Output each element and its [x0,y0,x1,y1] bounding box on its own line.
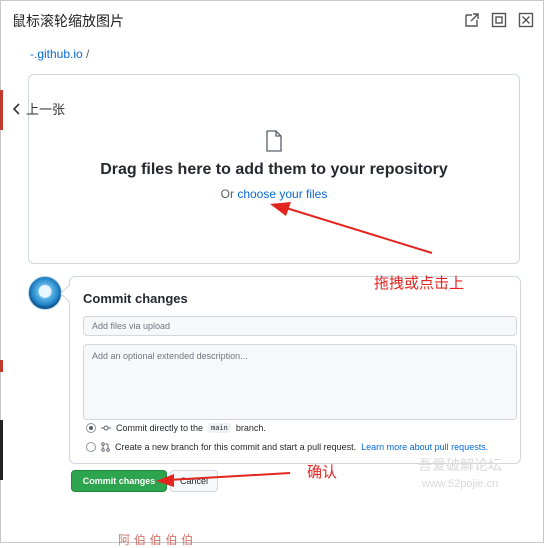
window-title: 鼠标滚轮缩放图片 [12,14,124,30]
avatar [28,276,62,310]
commit-direct-suffix: branch. [235,423,266,433]
file-icon [265,130,283,156]
titlebar: 鼠标滚轮缩放图片 [0,0,544,40]
choose-files-link[interactable]: choose your files [237,187,327,201]
dropzone-title: Drag files here to add them to your repo… [100,161,448,178]
commit-icon [101,425,111,431]
previous-label: 上一张 [26,103,66,118]
commit-direct-prefix: Commit directly to the [116,423,204,433]
commit-panel: Commit changes Add files via upload Add … [69,276,521,464]
watermark-name: 吾爱破解论坛 [418,458,502,474]
watermark-site: www.52pojie.cn [421,478,499,490]
background-strip [0,360,3,372]
background-text-fragment: 阿 伯 伯 伯 伯 [118,533,194,547]
close-icon[interactable] [518,12,534,28]
background-strip [0,90,3,130]
commit-description-input[interactable]: Add an optional extended description... [83,344,517,420]
repo-link[interactable]: -.github.io [30,47,83,61]
watermark: 吾爱破解论坛 www.52pojie.cn [418,457,502,493]
maximize-icon[interactable] [491,12,507,28]
cancel-button[interactable]: Cancel [170,470,218,492]
drag-hint-annotation: 拖拽或点击上 [374,274,465,292]
learn-more-link[interactable]: Learn more about pull requests. [361,442,488,452]
new-branch-text: Create a new branch for this commit and … [115,442,357,452]
commit-direct-radio[interactable] [86,423,96,433]
pull-request-icon [101,442,110,452]
popout-icon[interactable] [464,12,480,28]
confirm-annotation: 确认 [307,463,338,481]
new-branch-option[interactable]: Create a new branch for this commit and … [86,442,488,452]
branch-name: main [208,423,231,433]
commit-title: Commit changes [83,291,188,306]
dropzone-subtitle: Or choose your files [29,187,519,201]
breadcrumb: -.github.io / [30,47,89,61]
commit-direct-option[interactable]: Commit directly to the main branch. [86,423,266,433]
commit-changes-button[interactable]: Commit changes [71,470,167,492]
new-branch-radio[interactable] [86,442,96,452]
or-text: Or [220,187,234,201]
previous-image-button[interactable]: 上一张 [12,99,65,118]
breadcrumb-separator: / [86,47,90,61]
commit-summary-input[interactable]: Add files via upload [83,316,517,336]
background-strip [0,420,3,480]
file-dropzone[interactable]: Drag files here to add them to your repo… [28,74,520,264]
chevron-left-icon [12,102,20,115]
